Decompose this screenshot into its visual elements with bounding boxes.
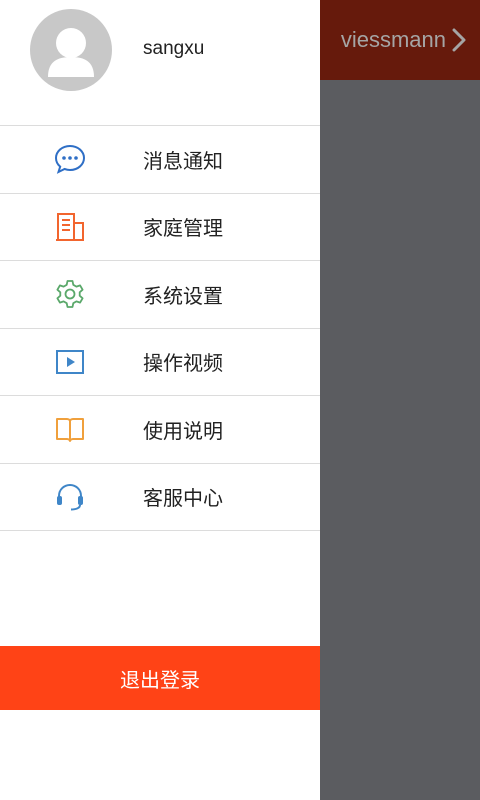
menu-item-label: 使用说明 [143,418,223,443]
menu-item-support[interactable]: 客服中心 [0,464,320,531]
menu-item-messages[interactable]: 消息通知 [0,126,320,194]
menu-item-label: 系统设置 [143,283,223,308]
menu-item-settings[interactable]: 系统设置 [0,261,320,329]
menu-item-label: 操作视频 [143,351,223,376]
logout-button[interactable]: 退出登录 [0,646,320,710]
chat-bubble-icon [54,143,86,175]
main-header: viessmann [320,0,480,80]
navigation-drawer: sangxu 消息通知 家庭管理 系统设置 操作视频 使用说明 客服中心 退出登… [0,0,320,800]
menu-item-family[interactable]: 家庭管理 [0,194,320,261]
user-avatar-icon[interactable] [30,9,112,91]
drawer-menu: 消息通知 家庭管理 系统设置 操作视频 使用说明 客服中心 [0,126,320,531]
gear-icon [54,278,86,310]
brand-title[interactable]: viessmann [341,27,446,53]
menu-item-label: 客服中心 [143,486,223,511]
menu-item-videos[interactable]: 操作视频 [0,329,320,396]
chevron-right-icon[interactable] [452,28,466,52]
menu-item-label: 家庭管理 [143,216,223,241]
menu-item-manual[interactable]: 使用说明 [0,396,320,464]
video-play-icon [54,346,86,378]
book-icon [54,413,86,445]
dim-overlay[interactable] [320,80,480,800]
headset-icon [54,481,86,513]
building-icon [54,211,86,243]
profile-header[interactable]: sangxu [0,0,320,126]
username: sangxu [143,38,205,59]
menu-item-label: 消息通知 [143,148,223,173]
